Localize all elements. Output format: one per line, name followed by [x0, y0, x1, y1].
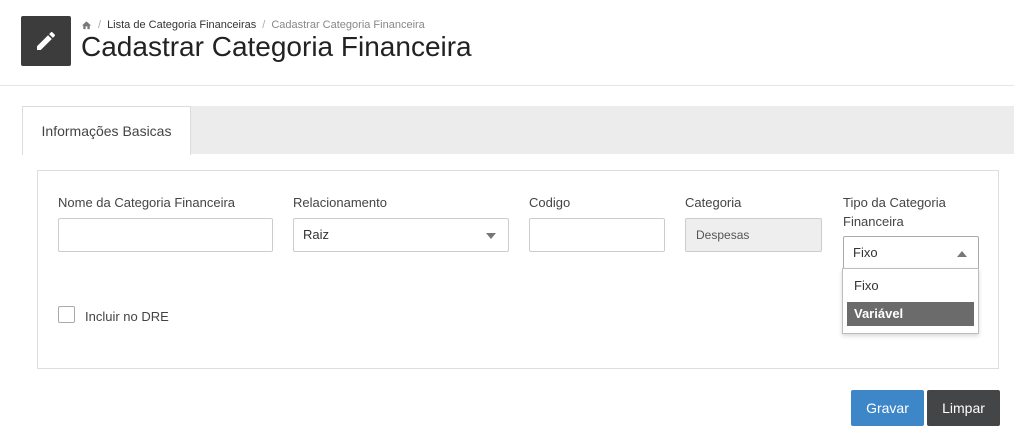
- nome-label: Nome da Categoria Financeira: [58, 195, 236, 210]
- codigo-label: Codigo: [529, 195, 571, 210]
- dropdown-option-fixo[interactable]: Fixo: [847, 274, 974, 298]
- limpar-button[interactable]: Limpar: [927, 390, 1000, 426]
- categoria-field: Despesas: [685, 218, 822, 252]
- incluir-dre-checkbox[interactable]: [58, 306, 75, 323]
- tipo-label-line1: Tipo da Categoria: [843, 195, 946, 210]
- tipo-dropdown-list: Fixo Variável: [842, 268, 979, 334]
- gravar-button[interactable]: Gravar: [851, 390, 924, 426]
- pencil-icon: [21, 16, 71, 66]
- dropdown-option-variavel[interactable]: Variável: [847, 302, 974, 326]
- tipo-label: Tipo da Categoria Financeira: [843, 193, 946, 231]
- nome-input[interactable]: [58, 218, 273, 252]
- page-header: / Lista de Categoria Financeiras / Cadas…: [0, 0, 1014, 86]
- relacionamento-select[interactable]: Raiz: [293, 218, 509, 252]
- relacionamento-label: Relacionamento: [293, 195, 387, 210]
- tab-bar: Informações Basicas: [22, 106, 1014, 155]
- page-title: Cadastrar Categoria Financeira: [81, 31, 472, 62]
- chevron-up-icon: [957, 251, 967, 257]
- tab-informacoes-basicas[interactable]: Informações Basicas: [22, 106, 191, 155]
- home-icon[interactable]: [81, 20, 92, 31]
- chevron-down-icon: [486, 233, 496, 239]
- codigo-input[interactable]: [529, 218, 665, 252]
- tipo-value: Fixo: [853, 245, 878, 260]
- categoria-label: Categoria: [685, 195, 742, 210]
- tipo-select[interactable]: Fixo: [843, 236, 979, 270]
- tipo-label-line2: Financeira: [843, 214, 904, 229]
- incluir-dre-label: Incluir no DRE: [85, 309, 169, 324]
- relacionamento-value: Raiz: [303, 227, 330, 242]
